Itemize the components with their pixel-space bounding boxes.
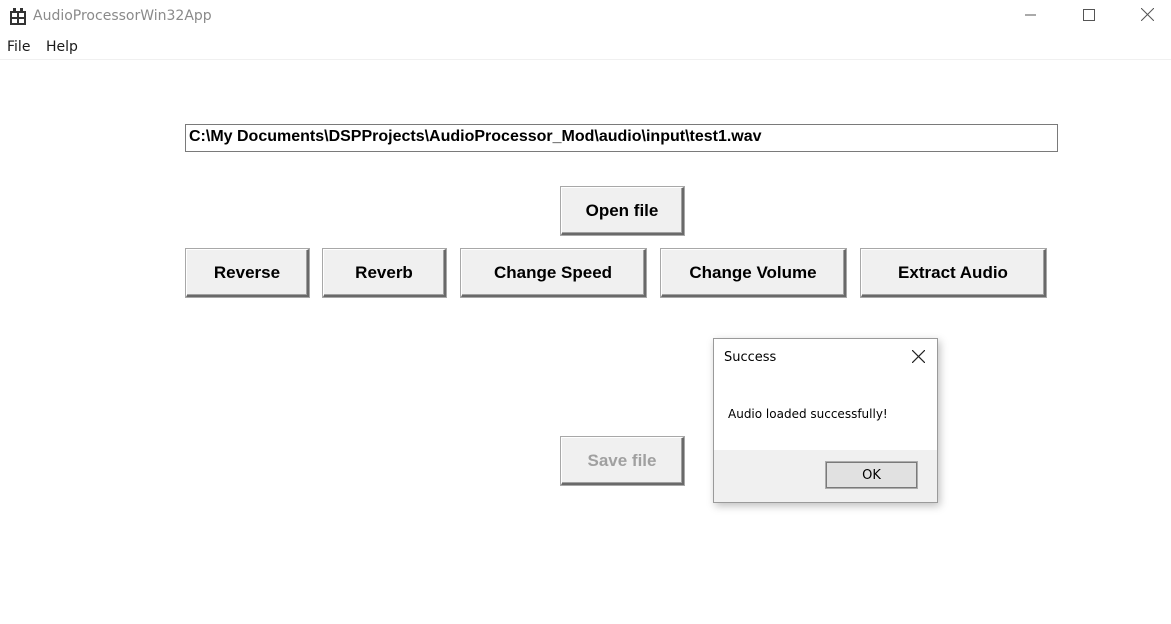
maximize-icon — [1083, 8, 1095, 26]
main-window: AudioProcessorWin32App File Help C:\My D… — [0, 0, 1171, 624]
minimize-button[interactable] — [1008, 0, 1054, 34]
ok-button[interactable]: OK — [825, 461, 918, 489]
dialog-footer: OK — [714, 450, 937, 502]
menu-help[interactable]: Help — [46, 39, 78, 55]
success-dialog: Success Audio loaded successfully! OK — [713, 338, 938, 503]
close-button[interactable] — [1124, 0, 1170, 34]
file-path-field[interactable]: C:\My Documents\DSPProjects\AudioProcess… — [185, 124, 1058, 152]
dialog-message: Audio loaded successfully! — [728, 407, 888, 421]
window-title: AudioProcessorWin32App — [33, 8, 212, 24]
app-icon — [10, 8, 26, 25]
menu-bar: File Help — [0, 36, 1171, 60]
minimize-icon — [1025, 8, 1037, 26]
close-icon — [911, 349, 925, 368]
extract-audio-button[interactable]: Extract Audio — [861, 249, 1046, 297]
dialog-close-button[interactable] — [904, 345, 932, 373]
title-bar: AudioProcessorWin32App — [0, 0, 1171, 34]
change-volume-button[interactable]: Change Volume — [661, 249, 846, 297]
reverb-button[interactable]: Reverb — [323, 249, 446, 297]
maximize-button[interactable] — [1066, 0, 1112, 34]
change-speed-button[interactable]: Change Speed — [461, 249, 646, 297]
reverse-button[interactable]: Reverse — [186, 249, 309, 297]
dialog-title: Success — [724, 350, 777, 365]
menu-file[interactable]: File — [7, 39, 30, 55]
open-file-button[interactable]: Open file — [561, 187, 684, 235]
close-icon — [1140, 7, 1154, 26]
save-file-button[interactable]: Save file — [561, 437, 684, 485]
